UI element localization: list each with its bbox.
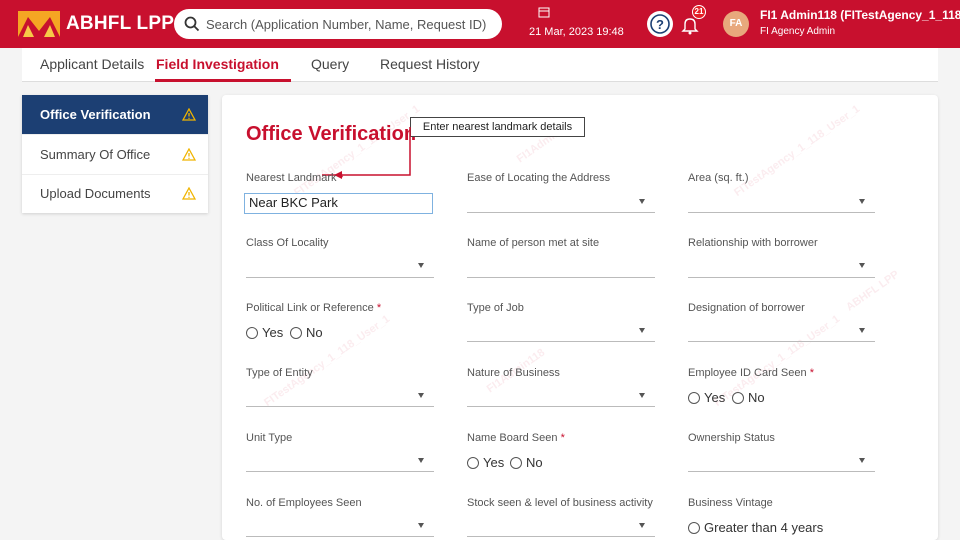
brand-logo-icon — [18, 11, 60, 37]
sidebar-item-label: Office Verification — [40, 107, 151, 122]
chevron-down-icon — [418, 458, 424, 463]
nearest-landmark-label: Nearest Landmark * — [246, 172, 344, 184]
sidebar-item-label: Upload Documents — [40, 186, 151, 201]
avatar[interactable]: FA — [723, 11, 749, 37]
sidebar-item-upload-documents[interactable]: Upload Documents — [22, 174, 208, 214]
designation-label: Designation of borrower — [688, 302, 805, 314]
relationship-dropdown[interactable] — [688, 277, 875, 278]
name-board-label: Name Board Seen * — [467, 432, 565, 444]
radio-circle-icon — [732, 391, 744, 404]
political-link-label: Political Link or Reference * — [246, 302, 382, 314]
radio-circle-icon — [510, 456, 522, 469]
type-job-label: Type of Job — [467, 302, 524, 314]
stock-seen-dropdown[interactable] — [467, 536, 655, 537]
chevron-down-icon — [639, 328, 645, 333]
name-board-yes-radio[interactable]: Yes — [467, 455, 504, 470]
employee-id-no-radio[interactable]: No — [732, 390, 765, 405]
watermark-text: ABHFL LPP — [844, 268, 902, 314]
ownership-label: Ownership Status — [688, 432, 775, 444]
chevron-down-icon — [418, 523, 424, 528]
search-box[interactable] — [174, 9, 502, 39]
sidebar-item-summary-of-office[interactable]: Summary Of Office — [22, 135, 208, 175]
class-locality-label: Class Of Locality — [246, 237, 329, 249]
chevron-down-icon — [418, 393, 424, 398]
type-entity-dropdown[interactable] — [246, 406, 434, 407]
business-vintage-radio[interactable]: Greater than 4 years — [688, 520, 823, 535]
radio-circle-icon — [246, 326, 258, 339]
political-link-yes-radio[interactable]: Yes — [246, 325, 283, 340]
stock-seen-label: Stock seen & level of business activity — [467, 497, 653, 509]
annotation-callout: Enter nearest landmark details — [410, 117, 585, 137]
tab-request-history[interactable]: Request History — [380, 56, 480, 72]
ease-locating-dropdown[interactable] — [467, 212, 655, 213]
name-board-no-radio[interactable]: No — [510, 455, 543, 470]
chevron-down-icon — [859, 458, 865, 463]
user-name[interactable]: FI1 Admin118 (FITestAgency_1_118_Use — [760, 8, 960, 22]
business-vintage-label: Business Vintage — [688, 497, 773, 509]
warning-icon — [182, 148, 196, 161]
top-bar: ABHFL LPP 21 Mar, 2023 19:48 ? 21 FA FI1… — [0, 0, 960, 48]
type-entity-label: Type of Entity — [246, 367, 313, 379]
search-icon — [184, 16, 200, 32]
employee-id-label: Employee ID Card Seen * — [688, 367, 814, 379]
unit-type-label: Unit Type — [246, 432, 293, 444]
sidebar-item-office-verification[interactable]: Office Verification — [22, 95, 208, 135]
chevron-down-icon — [859, 328, 865, 333]
sidebar-item-label: Summary Of Office — [40, 147, 151, 162]
office-verification-panel: FITestAgency_1_118_User_1 FI1Admin118 FI… — [222, 95, 938, 540]
type-job-dropdown[interactable] — [467, 341, 655, 342]
help-icon[interactable]: ? — [647, 11, 673, 37]
employees-seen-dropdown[interactable] — [246, 536, 434, 537]
person-met-input[interactable] — [467, 277, 655, 278]
radio-circle-icon — [688, 391, 700, 404]
relationship-label: Relationship with borrower — [688, 237, 818, 249]
tab-applicant-details[interactable]: Applicant Details — [40, 56, 144, 72]
chevron-down-icon — [418, 263, 424, 268]
nearest-landmark-input[interactable]: Near BKC Park — [244, 193, 433, 214]
tab-query[interactable]: Query — [311, 56, 349, 72]
ownership-dropdown[interactable] — [688, 471, 875, 472]
ease-locating-label: Ease of Locating the Address — [467, 172, 611, 184]
radio-circle-icon — [467, 456, 479, 469]
tab-bar: Applicant Details Field Investigation Qu… — [22, 48, 938, 82]
nature-business-label: Nature of Business — [467, 367, 560, 379]
area-label: Area (sq. ft.) — [688, 172, 749, 184]
warning-icon — [182, 108, 196, 121]
person-met-label: Name of person met at site — [467, 237, 600, 249]
notification-badge: 21 — [692, 5, 706, 19]
brand-name: ABHFL LPP — [66, 13, 175, 34]
employee-id-yes-radio[interactable]: Yes — [688, 390, 725, 405]
radio-circle-icon — [688, 521, 700, 534]
tab-field-investigation[interactable]: Field Investigation — [156, 56, 279, 72]
active-tab-indicator — [155, 79, 291, 82]
chevron-down-icon — [859, 263, 865, 268]
area-dropdown[interactable] — [688, 212, 875, 213]
chevron-down-icon — [639, 523, 645, 528]
user-role: FI Agency Admin — [760, 26, 836, 37]
chevron-down-icon — [859, 199, 865, 204]
search-input[interactable] — [206, 16, 486, 32]
designation-dropdown[interactable] — [688, 341, 875, 342]
class-locality-dropdown[interactable] — [246, 277, 434, 278]
employees-seen-label: No. of Employees Seen — [246, 497, 362, 509]
warning-icon — [182, 187, 196, 200]
watermark-text: FITestAgency_1_118_User_1 — [732, 102, 863, 200]
calendar-icon — [538, 7, 550, 18]
nature-business-dropdown[interactable] — [467, 406, 655, 407]
section-sidebar: Office Verification Summary Of Office Up… — [22, 95, 208, 213]
chevron-down-icon — [639, 199, 645, 204]
radio-circle-icon — [290, 326, 302, 339]
unit-type-dropdown[interactable] — [246, 471, 434, 472]
political-link-no-radio[interactable]: No — [290, 325, 323, 340]
svg-text:?: ? — [656, 17, 664, 32]
chevron-down-icon — [639, 393, 645, 398]
current-datetime: 21 Mar, 2023 19:48 — [529, 26, 624, 38]
